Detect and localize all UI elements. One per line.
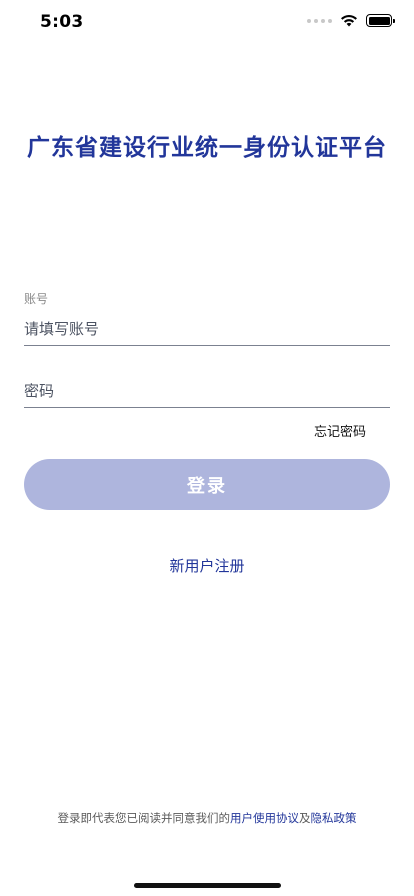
register-link[interactable]: 新用户注册 xyxy=(0,555,414,576)
user-agreement-link[interactable]: 用户使用协议 xyxy=(230,811,299,825)
status-bar: 5:03 xyxy=(0,0,414,48)
agreement-prefix: 登录即代表您已阅读并同意我们的 xyxy=(57,811,231,825)
agreement-text: 登录即代表您已阅读并同意我们的用户使用协议及隐私政策 xyxy=(0,810,414,826)
home-indicator[interactable] xyxy=(134,883,281,888)
login-button[interactable]: 登录 xyxy=(24,459,390,510)
password-input[interactable] xyxy=(24,374,390,408)
account-input[interactable] xyxy=(24,312,390,346)
account-label: 账号 xyxy=(24,292,49,306)
agreement-conjunction: 及 xyxy=(299,811,311,825)
battery-icon xyxy=(366,14,395,27)
signal-icon xyxy=(307,18,332,23)
wifi-icon xyxy=(341,14,357,27)
status-icons xyxy=(307,14,395,27)
status-time: 5:03 xyxy=(40,12,84,32)
app-title: 广东省建设行业统一身份认证平台 xyxy=(27,135,387,161)
privacy-policy-link[interactable]: 隐私政策 xyxy=(311,811,357,825)
forgot-password-link[interactable]: 忘记密码 xyxy=(314,421,366,440)
